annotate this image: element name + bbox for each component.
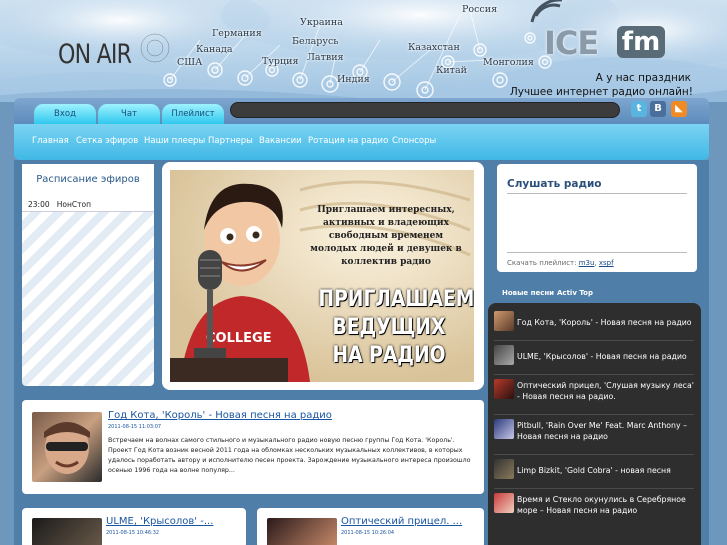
player-bar[interactable] (230, 102, 620, 118)
banner-headline: ПРИГЛАШАЕМ ВЕДУЩИХ НА РАДИО (318, 286, 474, 370)
banner-headline-line3: НА РАДИО (332, 343, 446, 368)
tagline-holiday: А у нас праздник (595, 72, 691, 84)
news-thumbnail-art (44, 422, 90, 474)
news-thumbnail[interactable] (32, 412, 102, 482)
news-date: 2011-08-15 11:03:07 (108, 424, 162, 430)
news-item: Оптический прицел. ... 2011-08-15 10:26:… (257, 508, 484, 545)
list-item[interactable]: Limp Bizkit, 'Gold Cobra' - новая песня (494, 455, 701, 489)
song-title[interactable]: Год Кота, 'Король' - Новая песня на ради… (517, 317, 699, 328)
list-item[interactable]: Оптический прицел, 'Слушая музыку леса' … (494, 375, 701, 415)
song-title[interactable]: Pitbull, 'Rain Over Me' Feat. Marc Antho… (517, 420, 699, 442)
nav-vacancies[interactable]: Вакансии (259, 136, 302, 146)
map-label-germany[interactable]: Германия (212, 28, 262, 39)
tab-new-songs[interactable]: Новые песни (502, 289, 554, 297)
list-item[interactable]: ULME, 'Крысолов' - Новая песня на радио (494, 341, 701, 375)
news-item: ULME, 'Крысолов' -... 2011-08-15 10:46:3… (22, 508, 246, 545)
banner-image[interactable]: COLLEGE Приглашаем интересных, активных … (170, 170, 474, 382)
map-label-russia[interactable]: Россия (462, 4, 497, 15)
divider (507, 252, 687, 253)
list-item[interactable]: Время и Стекло окунулись в Серебряное мо… (494, 489, 701, 529)
nav-schedule[interactable]: Сетка эфиров (76, 136, 138, 146)
schedule-panel: Расписание эфиров 23:00 НонСтоп (22, 164, 154, 386)
song-title[interactable]: Время и Стекло окунулись в Серебряное мо… (517, 494, 699, 516)
map-label-china[interactable]: Китай (436, 65, 467, 76)
news-title-link[interactable]: Год Кота, 'Король' - Новая песня на ради… (108, 410, 332, 421)
map-label-canada[interactable]: Канада (196, 44, 233, 55)
song-thumbnail (494, 493, 514, 513)
playlist-m3u-link[interactable]: m3u (579, 259, 595, 267)
nav-rotation[interactable]: Ротация на радио (308, 136, 388, 146)
header: ON AIR Россия Украина Германия Беларусь … (0, 0, 727, 102)
news-title-link[interactable]: Оптический прицел. ... (341, 516, 462, 527)
on-air-label: ON AIR (58, 39, 132, 70)
song-thumbnail (494, 311, 514, 331)
map-label-mongolia[interactable]: Монголия (483, 57, 534, 68)
logo-fm-badge: fm (617, 26, 665, 58)
schedule-row: 23:00 НонСтоп (28, 200, 91, 209)
map-label-usa[interactable]: США (177, 57, 202, 68)
nav-players[interactable]: Наши плееры (144, 136, 205, 146)
map-label-india[interactable]: Индия (337, 74, 370, 85)
song-thumbnail (494, 379, 514, 399)
logo-ice-text: ICE (544, 24, 599, 62)
main-nav: Главная Сетка эфиров Наши плееры Партнер… (14, 124, 709, 160)
site-logo[interactable]: ICE fm (540, 22, 668, 62)
tab-bar: Вход Чат Плейлист t B ◣ (14, 98, 709, 124)
banner-shirt-text: COLLEGE (206, 331, 272, 346)
news-date: 2011-08-15 10:26:04 (341, 530, 395, 536)
list-item[interactable]: Год Кота, 'Король' - Новая песня на ради… (494, 307, 701, 341)
tab-login[interactable]: Вход (34, 104, 96, 124)
vk-icon[interactable]: B (650, 101, 666, 117)
nav-sponsors[interactable]: Спонсоры (392, 136, 436, 146)
map-label-kazakhstan[interactable]: Казахстан (408, 42, 460, 53)
rss-icon[interactable]: ◣ (671, 101, 687, 117)
playlist-xspf-link[interactable]: xspf (599, 259, 614, 267)
listen-panel: Слушать радио Скачать плейлист: m3u, xsp… (497, 164, 697, 272)
tab-playlist[interactable]: Плейлист (162, 104, 224, 124)
news-title-link[interactable]: ULME, 'Крысолов' -... (106, 516, 213, 527)
schedule-row-name: НонСтоп (56, 200, 92, 209)
tab-activ-top[interactable]: Activ Top (557, 289, 593, 297)
song-thumbnail (494, 419, 514, 439)
song-title[interactable]: Limp Bizkit, 'Gold Cobra' - новая песня (517, 465, 699, 476)
playlist-label: Скачать плейлист: (507, 259, 577, 267)
divider (507, 193, 687, 194)
new-songs-list: Год Кота, 'Король' - Новая песня на ради… (488, 303, 701, 545)
news-excerpt: Встречаем на волнах самого стильного и м… (108, 437, 471, 474)
song-title[interactable]: Оптический прицел, 'Слушая музыку леса' … (517, 380, 699, 402)
banner-card[interactable]: COLLEGE Приглашаем интересных, активных … (162, 162, 484, 390)
map-label-ukraine[interactable]: Украина (300, 17, 343, 28)
nav-home[interactable]: Главная (32, 136, 69, 146)
schedule-row-time: 23:00 (28, 200, 50, 209)
banner-headline-line1: ПРИГЛАШАЕМ (318, 287, 474, 312)
banner-headline-line2: ВЕДУЩИХ (332, 315, 446, 340)
tagline-best-radio: Лучшее интернет радио онлайн! (509, 86, 693, 98)
nav-partners[interactable]: Партнеры (208, 136, 253, 146)
news-item: Год Кота, 'Король' - Новая песня на ради… (22, 400, 484, 494)
listen-title: Слушать радио (507, 178, 602, 190)
news-thumbnail[interactable] (32, 518, 102, 545)
song-thumbnail (494, 459, 514, 479)
song-thumbnail (494, 345, 514, 365)
twitter-icon[interactable]: t (631, 101, 647, 117)
schedule-title: Расписание эфиров (36, 174, 140, 185)
map-label-turkey[interactable]: Турция (262, 56, 298, 67)
playlist-download: Скачать плейлист: m3u, xspf (507, 259, 614, 267)
news-thumbnail[interactable] (267, 518, 337, 545)
banner-invite-text: Приглашаем интересных, активных и владею… (310, 205, 462, 267)
map-label-belarus[interactable]: Беларусь (292, 36, 338, 47)
list-item[interactable]: Pitbull, 'Rain Over Me' Feat. Marc Antho… (494, 415, 701, 455)
map-label-latvia[interactable]: Латвия (307, 52, 344, 63)
song-title[interactable]: ULME, 'Крысолов' - Новая песня на радио (517, 351, 699, 362)
content-area: Расписание эфиров 23:00 НонСтоп COLLEGE … (14, 160, 709, 545)
news-date: 2011-08-15 10:46:32 (106, 530, 160, 536)
tab-chat[interactable]: Чат (98, 104, 160, 124)
